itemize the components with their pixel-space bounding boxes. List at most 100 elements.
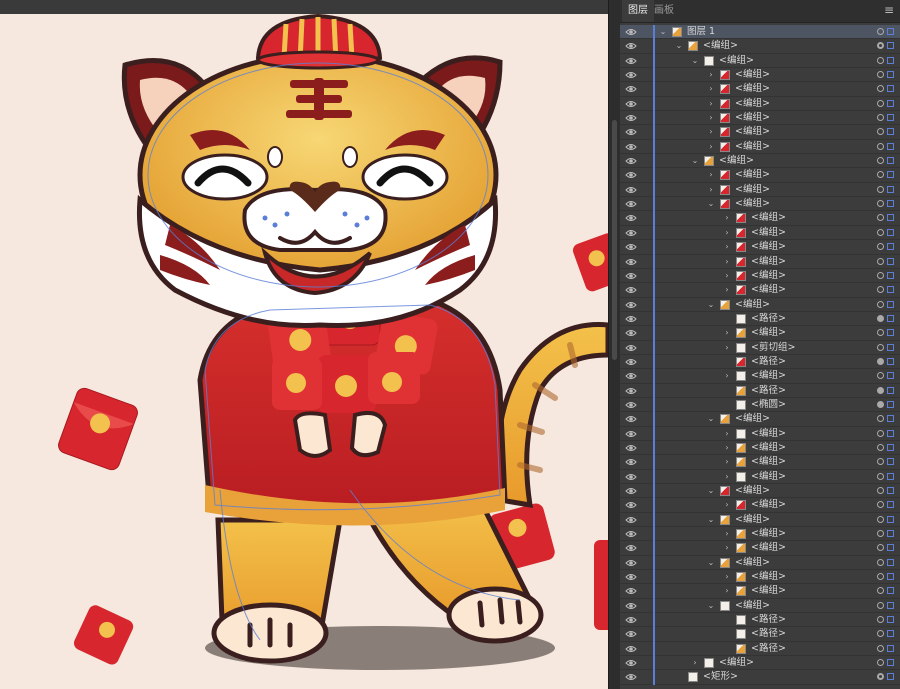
expand-caret-right-icon[interactable]: › <box>706 126 716 138</box>
selection-square-icon[interactable] <box>887 128 894 136</box>
expand-caret-right-icon[interactable]: › <box>706 141 716 153</box>
expand-caret-down-icon[interactable]: ⌄ <box>706 413 716 425</box>
layer-row[interactable]: <路径> <box>620 311 900 327</box>
hamburger-menu-icon[interactable]: ≡ <box>884 3 894 17</box>
visibility-eye-icon[interactable] <box>625 400 637 410</box>
selection-square-icon[interactable] <box>887 214 894 222</box>
selection-square-icon[interactable] <box>887 587 894 595</box>
layer-row[interactable]: › <编组> <box>620 111 900 126</box>
layer-row[interactable]: › <编组> <box>620 455 900 470</box>
target-circle-icon[interactable] <box>877 458 884 466</box>
layer-label[interactable]: <编组> <box>735 82 770 96</box>
expand-caret-right-icon[interactable]: › <box>722 571 732 583</box>
selection-square-icon[interactable] <box>887 185 894 193</box>
selection-square-icon[interactable] <box>887 329 894 337</box>
layer-row[interactable]: › <编组> <box>620 68 900 83</box>
visibility-eye-icon[interactable] <box>625 500 637 510</box>
visibility-eye-icon[interactable] <box>625 328 637 338</box>
layer-label[interactable]: <路径> <box>751 613 786 627</box>
selection-square-icon[interactable] <box>887 171 894 179</box>
expand-caret-right-icon[interactable]: › <box>706 112 716 124</box>
visibility-eye-icon[interactable] <box>625 672 637 682</box>
layer-row[interactable]: › <编组> <box>620 254 900 269</box>
target-circle-icon[interactable] <box>877 271 884 279</box>
selection-square-icon[interactable] <box>887 314 894 322</box>
target-circle-icon[interactable] <box>877 71 884 79</box>
layer-row[interactable]: › <编组> <box>620 139 900 155</box>
layer-row[interactable]: <路径> <box>620 641 900 657</box>
expand-caret-right-icon[interactable]: › <box>722 270 732 282</box>
target-circle-icon[interactable] <box>877 257 884 265</box>
layer-row[interactable]: <路径> <box>620 354 900 370</box>
target-circle-icon[interactable] <box>877 587 884 595</box>
visibility-eye-icon[interactable] <box>625 300 637 310</box>
visibility-eye-icon[interactable] <box>625 56 637 66</box>
selection-square-icon[interactable] <box>887 357 894 365</box>
target-circle-icon[interactable] <box>877 644 884 652</box>
tiger-illustration[interactable] <box>0 14 608 689</box>
layer-row[interactable]: › <编组> <box>620 326 900 341</box>
target-circle-icon[interactable] <box>877 501 884 509</box>
layer-label[interactable]: <编组> <box>735 97 770 111</box>
selection-square-icon[interactable] <box>887 487 894 494</box>
target-circle-icon[interactable] <box>877 114 884 122</box>
target-circle-icon[interactable] <box>877 487 884 494</box>
selection-square-icon[interactable] <box>887 415 894 423</box>
layer-label[interactable]: <编组> <box>751 226 786 240</box>
visibility-eye-icon[interactable] <box>625 629 637 639</box>
layer-row[interactable]: › <编组> <box>620 440 900 456</box>
selection-square-icon[interactable] <box>887 544 894 552</box>
expand-caret-right-icon[interactable]: › <box>722 342 732 354</box>
layer-label[interactable]: <编组> <box>751 527 786 541</box>
target-circle-icon[interactable] <box>877 243 884 251</box>
visibility-eye-icon[interactable] <box>625 314 637 324</box>
layer-row[interactable]: › <剪切组> <box>620 340 900 355</box>
visibility-eye-icon[interactable] <box>625 472 637 482</box>
layer-row[interactable]: › <编组> <box>620 268 900 284</box>
target-circle-icon[interactable] <box>877 185 884 193</box>
visibility-eye-icon[interactable] <box>625 386 637 396</box>
layer-row[interactable]: ⌄ <编组> <box>620 512 900 528</box>
visibility-eye-icon[interactable] <box>625 457 637 467</box>
layer-row[interactable]: › <编组> <box>620 283 900 298</box>
target-circle-icon[interactable] <box>877 472 884 480</box>
layer-label[interactable]: <编组> <box>735 183 770 197</box>
layer-row[interactable]: › <编组> <box>620 469 900 484</box>
target-circle-icon[interactable] <box>877 142 884 150</box>
layer-label[interactable]: <编组> <box>735 484 770 498</box>
artboard-canvas[interactable] <box>0 14 608 689</box>
selection-square-icon[interactable] <box>887 300 894 308</box>
visibility-eye-icon[interactable] <box>625 429 637 439</box>
visibility-eye-icon[interactable] <box>625 601 637 611</box>
target-circle-icon[interactable] <box>877 386 884 394</box>
red-envelope-right-edge[interactable] <box>594 540 608 630</box>
tab-artboards[interactable]: 画板 <box>648 0 680 22</box>
visibility-eye-icon[interactable] <box>625 127 637 137</box>
selection-square-icon[interactable] <box>887 659 894 667</box>
target-circle-icon[interactable] <box>877 157 884 165</box>
red-envelope-right-top[interactable] <box>571 231 608 293</box>
layer-label[interactable]: <编组> <box>735 168 770 182</box>
layer-row[interactable]: › <编组> <box>620 168 900 183</box>
layer-label[interactable]: <编组> <box>751 211 786 225</box>
expand-caret-right-icon[interactable]: › <box>722 212 732 224</box>
selection-square-icon[interactable] <box>887 99 894 107</box>
layer-row[interactable]: ⌄ 图层 1 <box>620 25 900 40</box>
selection-square-icon[interactable] <box>887 458 894 466</box>
visibility-eye-icon[interactable] <box>625 572 637 582</box>
selection-square-icon[interactable] <box>887 673 894 681</box>
layer-label[interactable]: <编组> <box>719 154 754 168</box>
expand-caret-right-icon[interactable]: › <box>722 327 732 339</box>
visibility-eye-icon[interactable] <box>625 486 637 496</box>
target-circle-icon[interactable] <box>877 171 884 179</box>
layer-row[interactable]: › <编组> <box>620 426 900 441</box>
visibility-eye-icon[interactable] <box>625 199 637 209</box>
layer-label[interactable]: <编组> <box>751 255 786 269</box>
red-envelope-left[interactable] <box>56 386 139 472</box>
expand-caret-right-icon[interactable]: › <box>722 456 732 468</box>
selection-square-icon[interactable] <box>887 515 894 523</box>
target-circle-icon[interactable] <box>877 630 884 638</box>
held-envelope-lower-right[interactable] <box>368 352 420 404</box>
layer-row[interactable]: › <编组> <box>620 182 900 198</box>
selection-square-icon[interactable] <box>887 142 894 150</box>
